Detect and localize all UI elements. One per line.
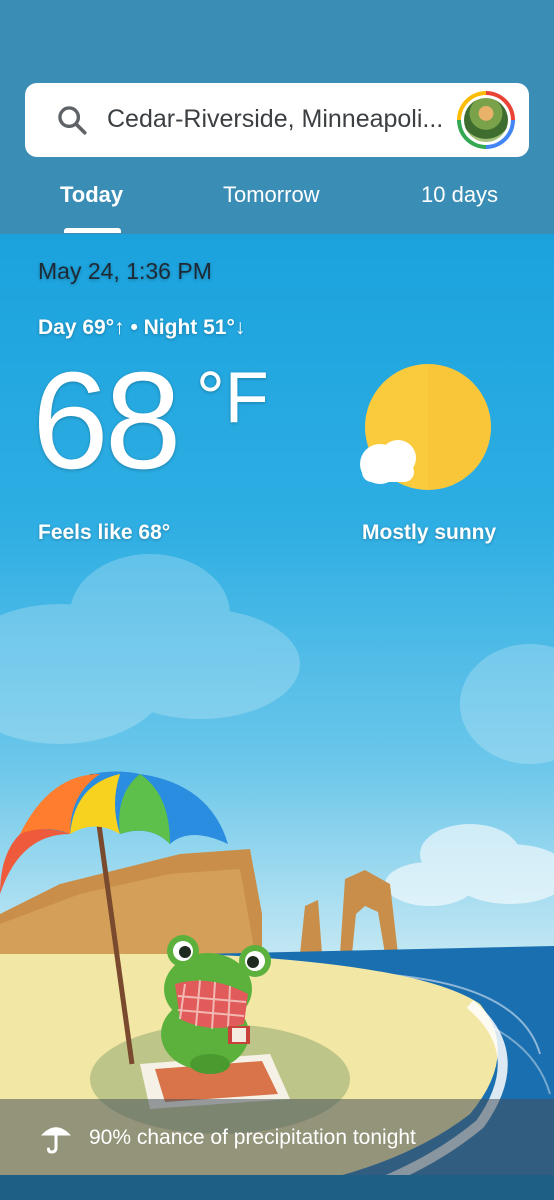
date-time: May 24, 1:36 PM — [38, 258, 212, 284]
temperature-unit[interactable]: °F — [196, 362, 269, 434]
umbrella-icon — [41, 1127, 71, 1154]
day-night-temps: Day 69°↑ • Night 51°↓ — [38, 316, 246, 339]
weather-panel: May 24, 1:36 PM Day 69°↑ • Night 51°↓ 68… — [0, 234, 554, 1200]
condition-label: Mostly sunny — [362, 521, 497, 544]
profile-photo — [464, 98, 508, 142]
selected-tab-indicator — [64, 228, 121, 233]
tab-bar: Today Tomorrow 10 days — [0, 170, 554, 234]
location-text[interactable]: Cedar-Riverside, Minneapoli... — [107, 105, 467, 134]
avatar[interactable] — [457, 91, 515, 149]
tab-today[interactable]: Today — [60, 182, 123, 208]
mostly-sunny-icon — [360, 364, 491, 490]
precipitation-text: 90% chance of precipitation tonight — [89, 1126, 416, 1149]
feels-like: Feels like 68° — [38, 521, 171, 544]
app-header: Cedar-Riverside, Minneapoli... Today Tom… — [0, 0, 554, 234]
precipitation-banner[interactable]: 90% chance of precipitation tonight — [0, 1099, 554, 1175]
tab-10-days[interactable]: 10 days — [421, 182, 498, 208]
tab-tomorrow[interactable]: Tomorrow — [223, 182, 320, 208]
bottom-edge — [0, 1175, 554, 1200]
search-icon[interactable] — [55, 103, 89, 137]
current-temperature: 68 — [32, 344, 181, 498]
search-bar[interactable]: Cedar-Riverside, Minneapoli... — [25, 83, 529, 157]
